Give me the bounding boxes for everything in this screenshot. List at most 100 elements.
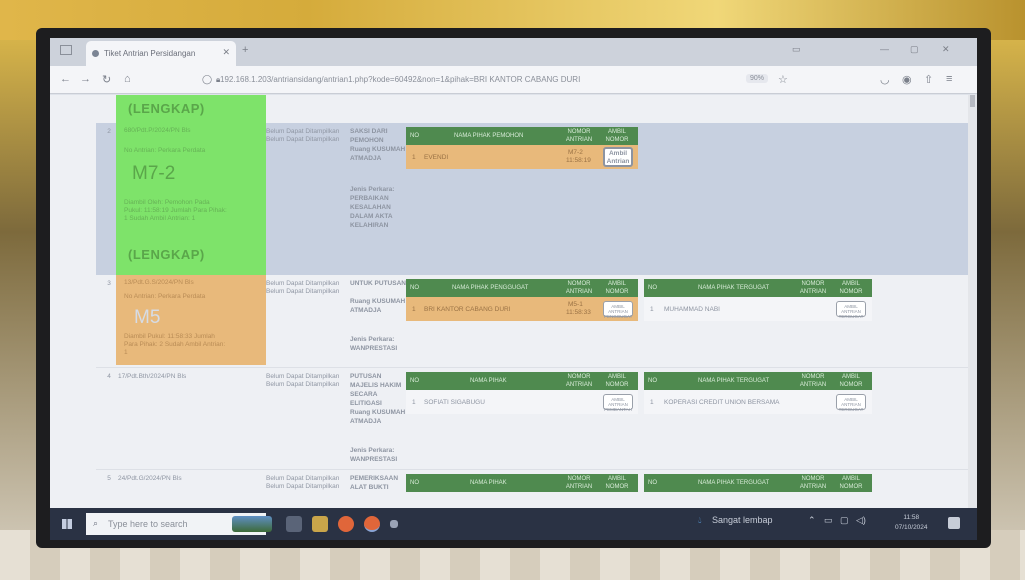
case-type-label: Jenis Perkara:	[350, 336, 395, 343]
ambil-antrian-tergugat-button[interactable]: AMBIL ANTRIAN TERGUGAT	[836, 301, 866, 319]
new-tab-icon[interactable]: +	[242, 44, 248, 56]
case-type-label: Jenis Perkara:	[350, 186, 395, 193]
header-name: NAMA PIHAK TERGUGAT	[698, 285, 770, 291]
header-nomor: NOMOR ANTRIAN	[565, 281, 593, 295]
tab-title: Tiket Antrian Persidangan	[104, 49, 196, 58]
zoom-level[interactable]: 90%	[746, 74, 769, 83]
agenda-text: PEMERIKSAAN ALAT BUKTI	[350, 475, 399, 491]
battery-icon[interactable]: ▢	[840, 515, 849, 526]
party-table-pemohon: NO NAMA PIHAK PEMOHON NOMOR ANTRIAN AMBI…	[406, 127, 638, 171]
header-name: NAMA PIHAK TERGUGAT	[698, 480, 770, 486]
queue-card-title: No Antrian: Perkara Perdata	[124, 293, 206, 300]
header-no: NO	[410, 133, 419, 139]
ambil-antrian-tergugat-button[interactable]: AMBIL ANTRIAN TERGUGAT	[836, 394, 866, 412]
party-row: 1 SOFIATI SIGABUGU AMBIL ANTRIAN PEMBANT…	[406, 390, 638, 414]
party-table-header: NO NAMA PIHAK PENGGUGAT NOMOR ANTRIAN AM…	[406, 279, 638, 297]
sidebar-toggle-icon[interactable]	[60, 45, 72, 55]
party-name: SOFIATI SIGABUGU	[424, 399, 485, 406]
case-type: WANPRESTASI	[350, 345, 398, 352]
address-bar[interactable]: 192.168.1.203/antriansidang/antrian1.php…	[220, 71, 780, 89]
row-number: 2	[107, 128, 111, 135]
account-icon[interactable]: ◉	[902, 73, 912, 86]
minimize-icon[interactable]: —	[880, 44, 889, 54]
shield-icon[interactable]: ◯	[202, 74, 212, 85]
party-no: 1	[412, 306, 416, 313]
maximize-icon[interactable]: ▢	[910, 44, 919, 55]
taskbar-app-icon[interactable]	[390, 520, 398, 528]
back-icon[interactable]: ←	[60, 73, 71, 85]
header-name: NAMA PIHAK PENGGUGAT	[452, 285, 529, 291]
tab-list-icon[interactable]: ▭	[792, 44, 801, 55]
pocket-icon[interactable]: ◡	[880, 73, 890, 86]
firefox-active-icon[interactable]	[364, 516, 380, 532]
vertical-scrollbar[interactable]	[968, 95, 977, 508]
forward-icon[interactable]: →	[80, 73, 91, 85]
extensions-icon[interactable]: ⇧	[924, 73, 933, 86]
case-type-label: Jenis Perkara:	[350, 447, 395, 454]
favicon-icon	[92, 50, 99, 57]
header-nomor: NOMOR ANTRIAN	[799, 374, 827, 388]
reload-icon[interactable]: ↻	[102, 73, 111, 86]
close-tab-icon[interactable]: ✕	[222, 47, 230, 58]
party-row: 1 MUHAMMAD NABI AMBIL ANTRIAN TERGUGAT	[644, 297, 872, 321]
browser-nav-bar: ← → ↻ ⌂ ◯ 🔒︎ 192.168.1.203/antriansidang…	[50, 66, 977, 94]
weather-drop-icon[interactable]: 💧︎	[698, 515, 702, 526]
agenda-text: PUTUSAN MAJELIS HAKIM SECARA ELITIGASI	[350, 373, 402, 407]
party-table-header: NO NAMA PIHAK NOMOR ANTRIAN AMBIL NOMOR	[406, 372, 638, 390]
volume-icon[interactable]: ◁)	[856, 515, 866, 526]
party-no: 1	[650, 306, 654, 313]
taskbar-weather-widget-icon[interactable]	[232, 516, 272, 532]
header-ambil: AMBIL NOMOR	[605, 129, 629, 143]
ambil-antrian-penggugat-button[interactable]: AMBIL ANTRIAN PENGGUGAT	[603, 301, 633, 319]
search-icon: ⌕	[93, 518, 99, 528]
header-no: NO	[410, 480, 419, 486]
page-content: (LENGKAP) 2 Belum Dapat Ditampilkan Belu…	[50, 95, 968, 508]
case-type: WANPRESTASI	[350, 456, 398, 463]
party-table-right: NO NAMA PIHAK TERGUGAT NOMOR ANTRIAN AMB…	[644, 474, 872, 494]
party-table-header: NO NAMA PIHAK TERGUGAT NOMOR ANTRIAN AMB…	[644, 372, 872, 390]
party-row: 1 KOPERASI CREDIT UNION BERSAMA AMBIL AN…	[644, 390, 872, 414]
header-no: NO	[410, 378, 419, 384]
scrollbar-thumb[interactable]	[970, 95, 975, 107]
tray-chevron-icon[interactable]: ⌃	[808, 515, 816, 526]
windows-start-icon[interactable]	[62, 519, 72, 529]
queue-card-prev: (LENGKAP)	[116, 95, 266, 123]
file-explorer-icon[interactable]	[312, 516, 328, 532]
agenda-text: UNTUK PUTUSAN	[350, 280, 406, 287]
header-name: NAMA PIHAK	[470, 378, 507, 384]
header-no: NO	[648, 285, 657, 291]
browser-tab[interactable]: Tiket Antrian Persidangan ✕	[86, 41, 236, 66]
ambil-antrian-pembantah-button[interactable]: AMBIL ANTRIAN PEMBANTAH	[603, 394, 633, 412]
ambil-antrian-button[interactable]: Ambil Antrian	[603, 147, 633, 167]
menu-icon[interactable]: ≡	[946, 73, 952, 85]
close-window-icon[interactable]: ✕	[942, 44, 950, 55]
header-ambil: AMBIL NOMOR	[839, 374, 863, 388]
header-no: NO	[648, 378, 657, 384]
party-no: 1	[412, 399, 416, 406]
row-number: 4	[107, 373, 111, 380]
weather-text[interactable]: Sangat lembap	[712, 515, 773, 525]
party-no: 1	[650, 399, 654, 406]
notification-icon[interactable]	[948, 517, 960, 529]
header-ambil: AMBIL NOMOR	[605, 374, 629, 388]
bookmark-star-icon[interactable]: ☆	[778, 73, 788, 86]
header-nomor: NOMOR ANTRIAN	[799, 476, 827, 490]
header-nomor: NOMOR ANTRIAN	[565, 129, 593, 143]
header-nomor: NOMOR ANTRIAN	[799, 281, 827, 295]
header-name: NAMA PIHAK TERGUGAT	[698, 378, 770, 384]
agenda-text: SAKSI DARI PEMOHON	[350, 128, 388, 144]
queue-card-detail: Diambil Oleh: Pemohon Pada Pukul: 11:58:…	[124, 199, 227, 222]
party-name: EVENDI	[424, 154, 449, 161]
task-view-icon[interactable]	[286, 516, 302, 532]
network-icon[interactable]: ▭	[824, 515, 833, 526]
queue-time: 11:58:19	[566, 157, 591, 164]
header-nomor: NOMOR ANTRIAN	[565, 374, 593, 388]
home-icon[interactable]: ⌂	[124, 73, 131, 85]
firefox-icon[interactable]	[338, 516, 354, 532]
header-name: NAMA PIHAK PEMOHON	[454, 133, 524, 139]
search-placeholder: Type here to search	[108, 519, 188, 529]
room-text: Ruang KUSUMAH ATMADJA	[350, 146, 406, 162]
case-number: 13/Pdt.G.S/2024/PN Bls	[124, 279, 194, 286]
taskbar-clock[interactable]: 11:58 07/10/2024	[895, 513, 928, 533]
queue-code: M5	[134, 307, 161, 328]
